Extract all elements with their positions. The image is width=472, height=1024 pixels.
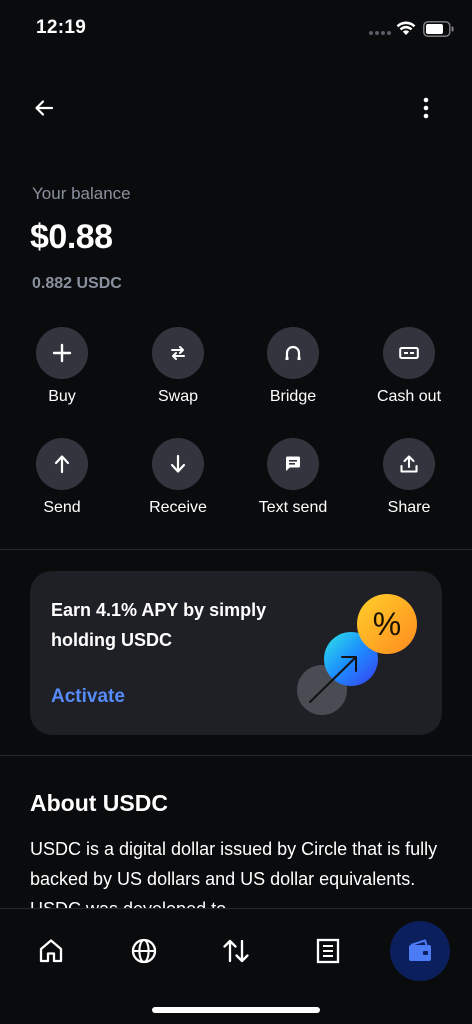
section-divider-2 — [0, 755, 472, 756]
more-options-button[interactable] — [410, 92, 442, 124]
about-body: USDC is a digital dollar issued by Circl… — [30, 839, 438, 908]
buy-label: Buy — [48, 388, 76, 405]
share-label: Share — [387, 499, 431, 516]
swap-icon — [171, 346, 185, 360]
cash-out-button[interactable]: Cash out — [354, 327, 464, 415]
buy-button[interactable]: Buy — [7, 327, 117, 415]
send-label: Send — [43, 499, 81, 516]
wifi-icon — [396, 21, 416, 35]
transfer-icon — [223, 939, 249, 963]
receive-button[interactable]: Receive — [123, 438, 233, 526]
send-button[interactable]: Send — [7, 438, 117, 526]
bridge-icon — [285, 345, 301, 361]
swap-label: Swap — [157, 388, 199, 405]
percent-glyph: % — [373, 606, 401, 642]
back-button[interactable] — [28, 92, 60, 124]
arrow-left-icon — [35, 100, 54, 116]
share-button[interactable]: Share — [354, 438, 464, 526]
more-vertical-icon — [423, 97, 429, 119]
tab-activity[interactable] — [298, 921, 358, 981]
battery-icon — [423, 21, 454, 37]
bridge-icon-circle — [267, 327, 319, 379]
plus-icon — [52, 343, 72, 363]
earn-promo-title: Earn 4.1% APY by simply holding USDC — [51, 600, 267, 650]
balance-amount: $0.88 — [30, 218, 113, 256]
bridge-label: Bridge — [269, 388, 317, 405]
home-icon — [39, 939, 63, 963]
share-icon-circle — [383, 438, 435, 490]
text-send-label: Text send — [258, 499, 328, 516]
globe-icon — [131, 938, 157, 964]
home-indicator — [152, 1007, 320, 1013]
share-icon — [400, 455, 418, 473]
bridge-button[interactable]: Bridge — [238, 327, 348, 415]
activate-button[interactable]: Activate — [51, 686, 125, 708]
text-send-button[interactable]: Text send — [238, 438, 348, 526]
cash-out-icon-circle — [383, 327, 435, 379]
token-balance: 0.882 USDC — [32, 275, 122, 292]
text-send-icon-circle — [267, 438, 319, 490]
arrow-up-icon — [54, 455, 70, 474]
message-icon — [286, 456, 300, 471]
cellular-signal-icon — [369, 31, 391, 35]
arrow-down-icon — [170, 454, 186, 473]
tab-explore[interactable] — [114, 921, 174, 981]
send-icon-circle — [36, 438, 88, 490]
tab-trade[interactable] — [206, 921, 266, 981]
status-bar: 12:19 — [0, 0, 472, 58]
earn-promo-card[interactable]: Earn 4.1% APY by simply holding USDC Act… — [30, 571, 442, 735]
wallet-icon — [409, 939, 431, 961]
buy-icon-circle — [36, 327, 88, 379]
earn-illustration: % — [297, 594, 417, 715]
tab-home[interactable] — [21, 921, 81, 981]
receive-label: Receive — [149, 499, 207, 516]
cash-icon — [399, 347, 419, 359]
document-icon — [316, 938, 340, 964]
section-divider — [0, 549, 472, 550]
swap-icon-circle — [152, 327, 204, 379]
swap-button[interactable]: Swap — [123, 327, 233, 415]
balance-label: Your balance — [32, 184, 131, 203]
about-title: About USDC — [30, 790, 168, 816]
cash-out-label: Cash out — [376, 388, 442, 405]
tab-wallet[interactable] — [390, 921, 450, 981]
receive-icon-circle — [152, 438, 204, 490]
status-time: 12:19 — [36, 17, 87, 38]
tab-wallet-active-bg — [390, 921, 450, 981]
